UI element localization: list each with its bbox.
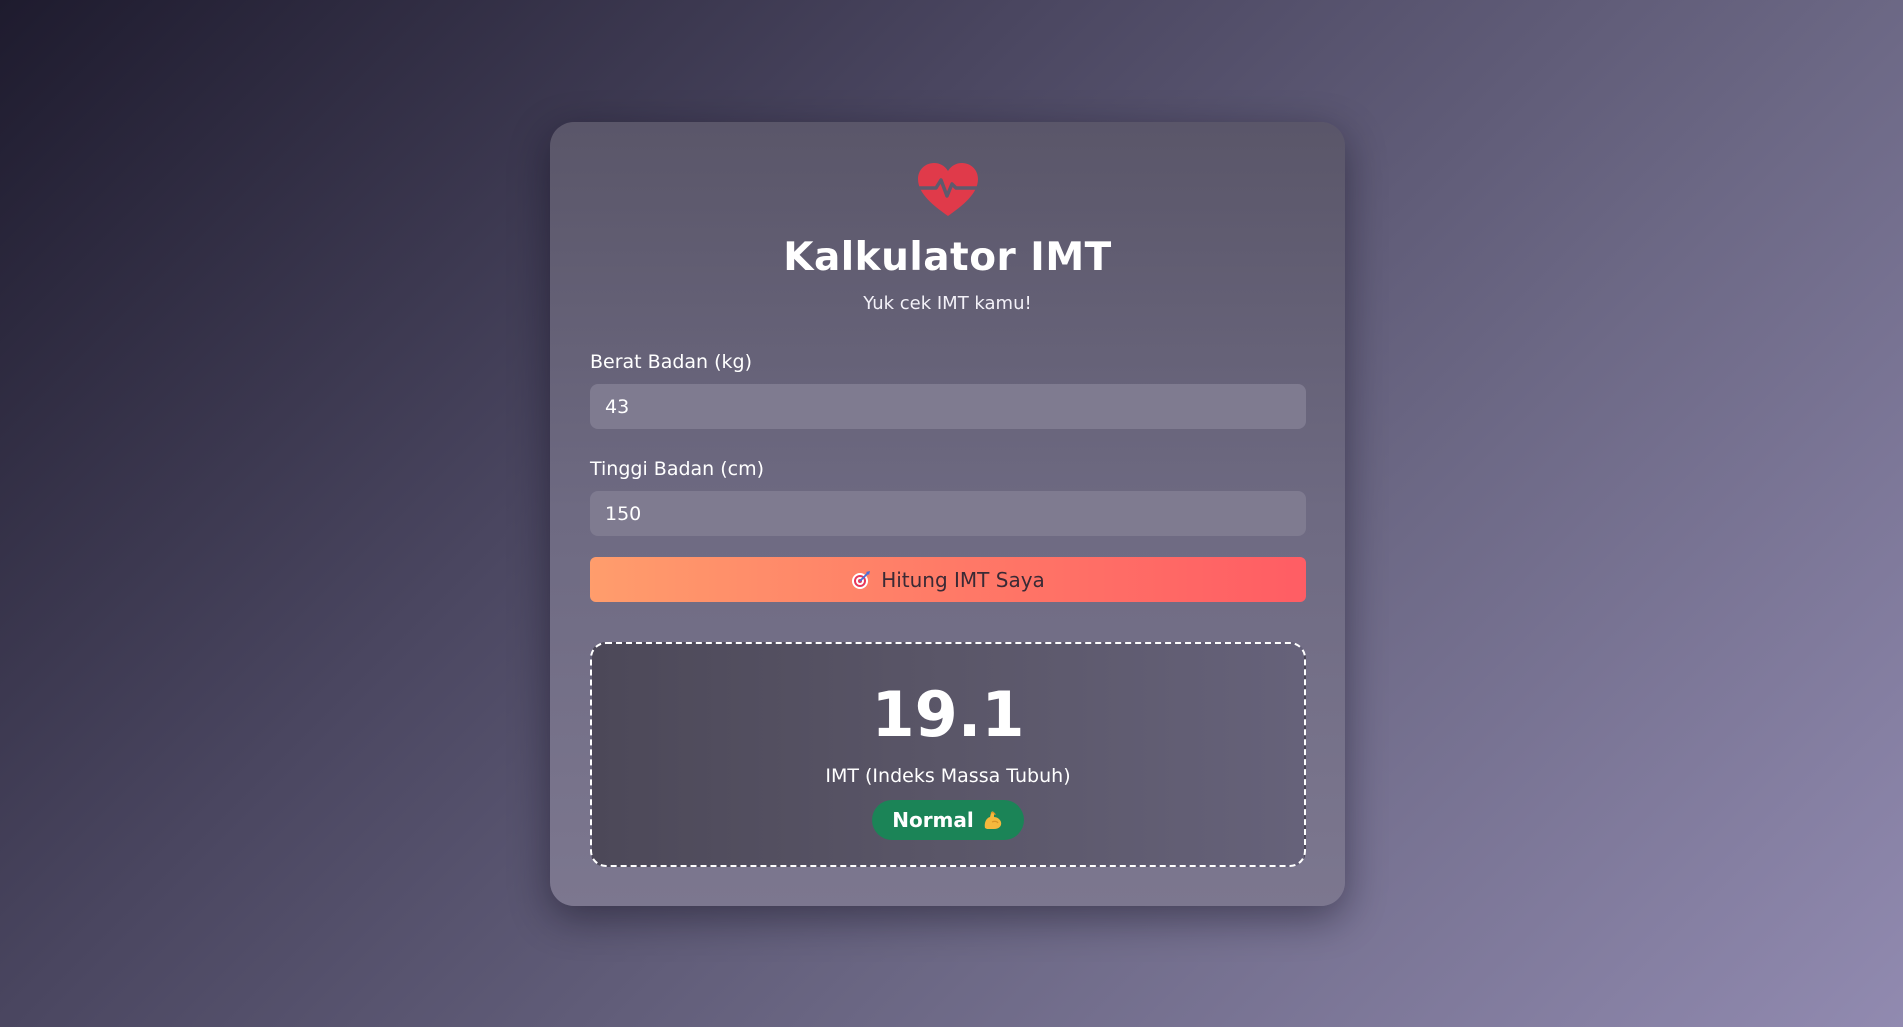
page-subtitle: Yuk cek IMT kamu! [863, 293, 1032, 314]
result-panel: 19.1 IMT (Indeks Massa Tubuh) Normal [590, 642, 1306, 867]
flexed-biceps-icon [984, 811, 1001, 829]
calculate-button[interactable]: Hitung IMT Saya [590, 557, 1306, 602]
status-badge: Normal [872, 800, 1024, 840]
target-icon [852, 570, 871, 589]
status-label: Normal [892, 808, 974, 832]
height-label: Tinggi Badan (cm) [590, 458, 765, 480]
bmi-calculator-card: Kalkulator IMT Yuk cek IMT kamu! Berat B… [550, 122, 1345, 906]
weight-input[interactable] [590, 384, 1306, 429]
weight-label: Berat Badan (kg) [590, 351, 753, 373]
imt-caption: IMT (Indeks Massa Tubuh) [825, 765, 1071, 787]
page-title: Kalkulator IMT [783, 235, 1112, 280]
imt-value: 19.1 [871, 678, 1025, 751]
calculate-button-label: Hitung IMT Saya [881, 567, 1045, 592]
heart-pulse-icon [917, 163, 978, 216]
height-input[interactable] [590, 491, 1306, 536]
